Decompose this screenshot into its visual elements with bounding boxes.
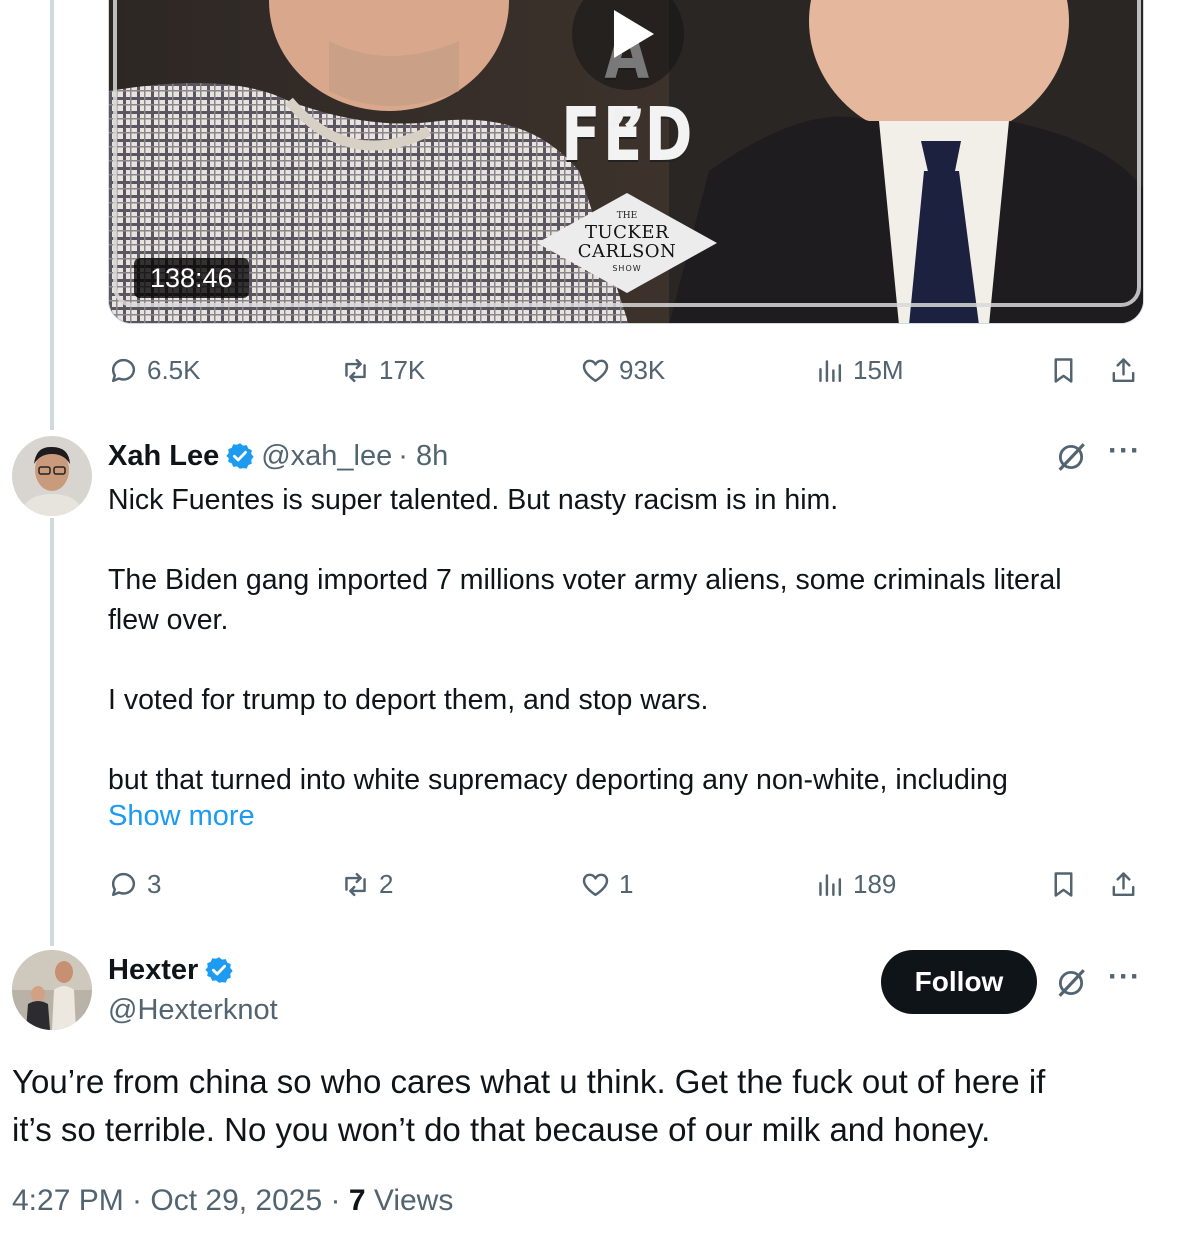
heart-icon — [582, 873, 609, 896]
reply-paragraph-3: I voted for trump to deport them, and st… — [108, 684, 709, 716]
main-post-line-1: You’re from china so who cares what u th… — [12, 1063, 1046, 1100]
show-logo: THE TUCKER CARLSON SHOW — [537, 193, 717, 293]
share-button[interactable] — [1108, 350, 1139, 390]
show-more-link[interactable]: Show more — [108, 800, 255, 833]
grok-icon[interactable] — [1054, 440, 1088, 474]
reply-paragraph-1: Nick Fuentes is super talented. But nast… — [108, 484, 839, 516]
like-count: 1 — [619, 868, 634, 899]
post-views-label: Views — [365, 1184, 454, 1217]
repost-button[interactable]: 2 — [340, 864, 393, 904]
thread-line-middle — [50, 518, 54, 946]
verified-badge-icon — [226, 443, 254, 469]
reply-count: 3 — [147, 868, 162, 899]
post-time[interactable]: · 8h — [398, 440, 448, 473]
repost-count: 17K — [379, 354, 426, 385]
more-icon[interactable]: ··· — [1108, 434, 1141, 468]
author-name[interactable]: Xah Lee — [108, 440, 219, 473]
quoted-post-action-bar: 6.5K 17K 93K 15M — [108, 350, 1144, 390]
thread-line-top — [50, 0, 54, 430]
grok-icon[interactable] — [1054, 966, 1088, 1000]
avatar-hexter[interactable] — [12, 950, 92, 1030]
repost-icon — [345, 872, 366, 896]
verified-badge-icon — [205, 957, 233, 983]
reply-paragraph-4: but that turned into white supremacy dep… — [108, 764, 1008, 796]
repost-count: 2 — [379, 868, 394, 899]
video-overlay-quote: ” — [605, 93, 647, 178]
reply-paragraph-2-cont: flew over. — [108, 604, 229, 636]
avatar-xah-lee[interactable] — [12, 436, 92, 516]
author-handle[interactable]: @xah_lee — [261, 440, 392, 473]
post-views-count: 7 — [348, 1184, 366, 1217]
avatar-image — [12, 436, 92, 516]
views-button[interactable]: 189 — [814, 864, 896, 904]
views-button[interactable]: 15M — [814, 350, 904, 390]
reply-author-line: Xah Lee @xah_lee · 8h — [108, 436, 448, 476]
reply-post-text: Nick Fuentes is super talented. But nast… — [108, 480, 1148, 800]
main-post-text: You’re from china so who cares what u th… — [12, 1058, 1152, 1154]
reply-icon — [111, 358, 136, 382]
views-count: 189 — [853, 868, 897, 899]
reply-post-action-bar: 3 2 1 189 — [108, 864, 1144, 904]
repost-icon — [345, 358, 366, 382]
post-meta: 4:27 PM · Oct 29, 2025 · 7 Views — [12, 1184, 453, 1218]
bookmark-icon — [1054, 871, 1073, 897]
reply-button[interactable]: 3 — [108, 864, 161, 904]
like-button[interactable]: 93K — [580, 350, 665, 390]
bookmark-button[interactable] — [1048, 350, 1079, 390]
views-chart-icon — [819, 359, 842, 382]
reply-count: 6.5K — [147, 354, 201, 385]
share-button[interactable] — [1108, 864, 1139, 904]
like-count: 93K — [619, 354, 666, 385]
share-icon — [1112, 357, 1135, 382]
reply-button[interactable]: 6.5K — [108, 350, 201, 390]
share-icon — [1112, 871, 1135, 896]
avatar-image — [12, 950, 92, 1030]
views-chart-icon — [819, 873, 842, 896]
author-name[interactable]: Hexter — [108, 954, 198, 987]
views-count: 15M — [853, 354, 904, 385]
video-duration-badge: 138:46 — [134, 258, 249, 298]
bookmark-icon — [1054, 357, 1073, 383]
main-post-line-2: it’s so terrible. No you won’t do that b… — [12, 1111, 991, 1148]
author-handle[interactable]: @Hexterknot — [108, 994, 278, 1027]
follow-button[interactable]: Follow — [881, 950, 1037, 1014]
like-button[interactable]: 1 — [580, 864, 633, 904]
main-author-name-line: Hexter — [108, 950, 240, 990]
bookmark-button[interactable] — [1048, 864, 1079, 904]
show-logo-line1: THE — [616, 211, 638, 221]
reply-icon — [111, 872, 136, 896]
repost-button[interactable]: 17K — [340, 350, 425, 390]
post-timestamp[interactable]: 4:27 PM · Oct 29, 2025 · — [12, 1184, 349, 1217]
reply-paragraph-2: The Biden gang imported 7 millions voter… — [108, 564, 1062, 596]
heart-icon — [582, 359, 609, 382]
show-logo-name: TUCKER CARLSON — [577, 222, 677, 262]
main-author-handle-line: @Hexterknot — [108, 990, 278, 1030]
more-icon[interactable]: ··· — [1108, 960, 1141, 994]
show-logo-line4: SHOW — [612, 264, 642, 273]
